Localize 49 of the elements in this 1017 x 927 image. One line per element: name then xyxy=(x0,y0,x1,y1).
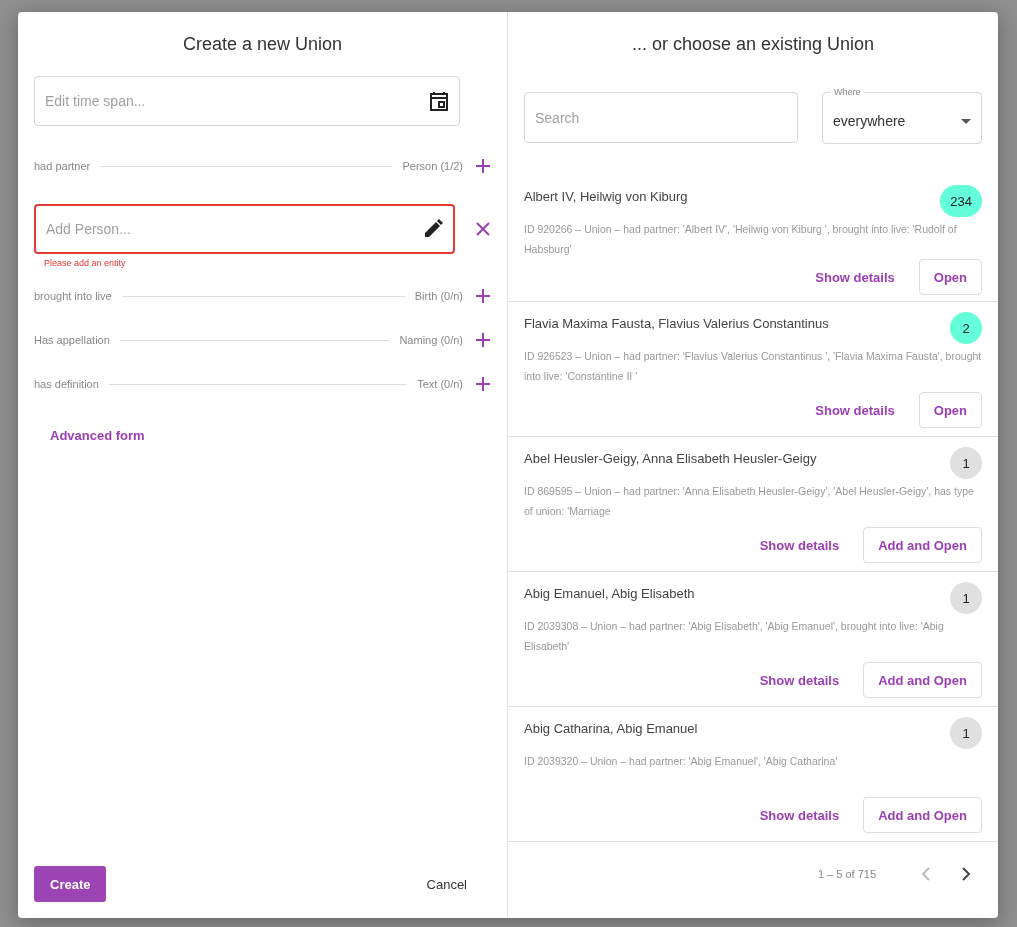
show-details-button[interactable]: Show details xyxy=(815,269,895,285)
open-button[interactable]: Open xyxy=(918,259,982,295)
panel-title: Create a new Union xyxy=(181,33,344,56)
relation-target: Naming (0/n) xyxy=(399,334,463,346)
show-details-button[interactable]: Show details xyxy=(759,672,840,688)
pencil-icon xyxy=(423,219,443,239)
count-badge: 1 xyxy=(950,717,982,749)
add-icon[interactable] xyxy=(475,288,491,304)
result-title: Abig Catharina, Abig Emanuel xyxy=(524,720,698,736)
panel-title: ... or choose an existing Union xyxy=(630,33,876,56)
relation-label: had partner xyxy=(34,160,91,172)
result-description: ID 926523 – Union – had partner: 'Flavius Valerius Constantinus ', 'Flavia Maxima Fausta', brought into live: 'Constantine II ' xyxy=(524,349,982,384)
result-title: Abel Heusler-Geigy, Anna Elisabeth Heusler-Geigy xyxy=(524,450,817,466)
show-details-button[interactable]: Show details xyxy=(759,537,840,553)
count-badge: 1 xyxy=(950,447,982,479)
open-button[interactable]: Open xyxy=(918,392,982,428)
close-icon[interactable] xyxy=(475,221,491,237)
open-button[interactable]: Add and Open xyxy=(863,797,982,833)
result-title: Flavia Maxima Fausta, Flavius Valerius Constantinus xyxy=(524,315,829,331)
count-badge: 2 xyxy=(950,312,982,344)
add-icon[interactable] xyxy=(475,158,491,174)
result-title: Albert IV, Heilwig von Kiburg xyxy=(524,188,688,204)
calendar-icon xyxy=(429,91,449,111)
count-badge: 234 xyxy=(940,185,982,217)
count-badge: 1 xyxy=(950,582,982,614)
add-icon[interactable] xyxy=(475,332,491,348)
result-description: ID 869595 – Union – had partner: 'Anna Elisabeth Heusler-Geigy', 'Abel Heusler-Geigy', has type of union: 'Marriage xyxy=(524,484,975,519)
cancel-button[interactable]: Cancel xyxy=(402,868,491,900)
error-message: Please add an entity xyxy=(43,257,127,268)
relation-target: Birth (0/n) xyxy=(414,290,463,302)
dropdown-arrow-icon xyxy=(961,118,971,124)
result-description: ID 2039320 – Union – had partner: 'Abig Emanuel', 'Abig Catharina' xyxy=(524,754,839,769)
add-icon[interactable] xyxy=(475,376,491,392)
relation-label: Has appellation xyxy=(34,334,110,346)
field-label: Where xyxy=(831,87,864,97)
open-button[interactable]: Add and Open xyxy=(863,662,982,698)
relation-label: brought into live xyxy=(34,290,112,302)
relation-target: Text (0/n) xyxy=(417,378,463,390)
result-title: Abig Emanuel, Abig Elisabeth xyxy=(524,585,695,601)
create-button[interactable]: Create xyxy=(34,866,107,902)
show-details-button[interactable]: Show details xyxy=(815,402,895,418)
relation-target: Person (1/2) xyxy=(402,160,463,172)
result-description: ID 920266 – Union – had partner: 'Albert IV', 'Heilwig von Kiburg ', brought into live: 'Rudolf of Habsburg' xyxy=(524,222,958,257)
advanced-form-link[interactable]: Advanced form xyxy=(50,428,145,443)
page-range: 1 – 5 of 715 xyxy=(817,868,876,880)
show-details-button[interactable]: Show details xyxy=(759,807,840,823)
open-button[interactable]: Add and Open xyxy=(863,527,982,563)
relation-label: has definition xyxy=(34,378,99,390)
result-description: ID 2039308 – Union – had partner: 'Abig Elisabeth', 'Abig Emanuel', brought into live: 'Abig Elisabeth' xyxy=(524,619,945,654)
